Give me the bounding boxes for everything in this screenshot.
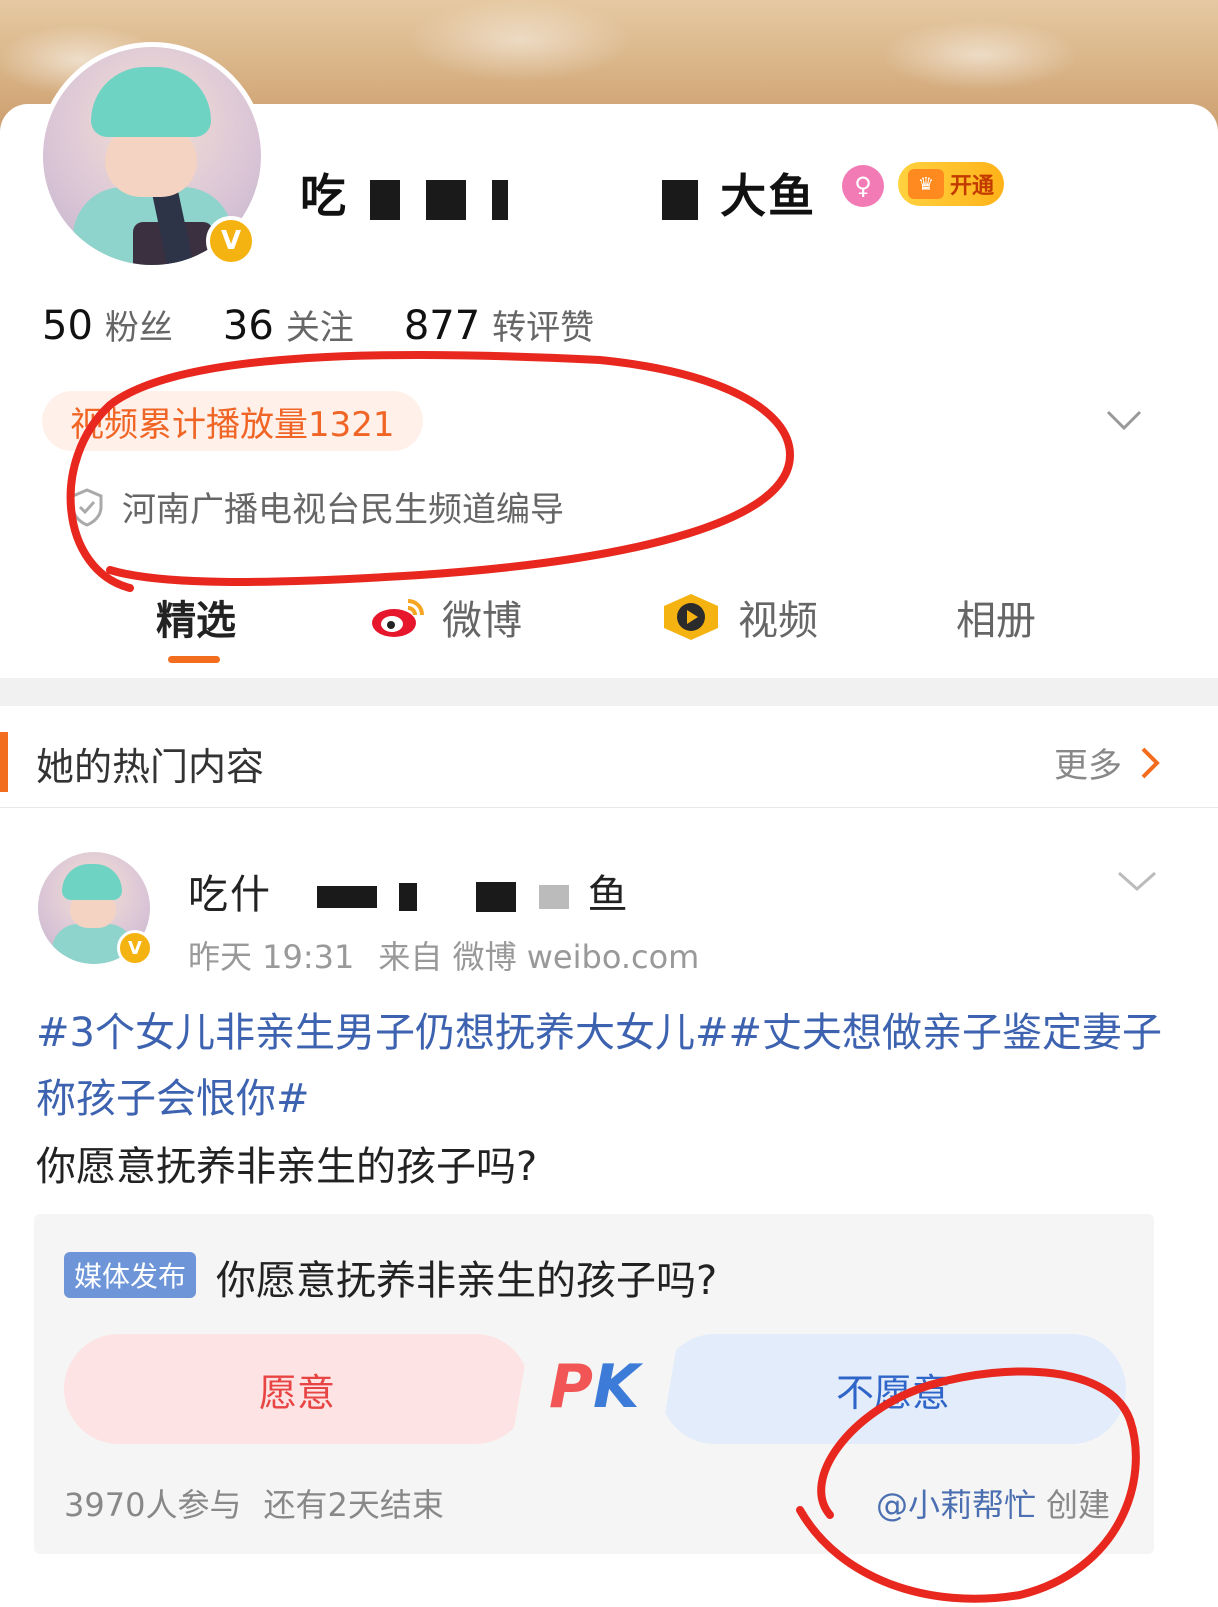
stat-label: 关注 xyxy=(285,308,354,348)
stat-followers[interactable]: 50 粉丝 xyxy=(42,300,173,349)
vote-remaining: 还有2天结束 xyxy=(263,1486,444,1524)
video-play-icon xyxy=(664,594,718,640)
tab-video[interactable]: 视频 xyxy=(660,588,818,646)
vote-creator-link[interactable]: @小莉帮忙 xyxy=(876,1480,1036,1526)
vote-stats: 3970人参与 还有2天结束 xyxy=(64,1480,444,1526)
post-meta: 昨天 19:31 来自 微博 weibo.com xyxy=(188,932,699,978)
redaction-mask xyxy=(399,883,418,911)
pk-p-letter: P xyxy=(549,1352,593,1422)
stat-interactions[interactable]: 877 转评赞 xyxy=(404,300,594,349)
certification-text: 河南广播电视台民生频道编导 xyxy=(122,490,564,530)
hot-content-header: 她的热门内容 更多 xyxy=(0,706,1218,808)
vip-open-button[interactable]: ♛ 开通 xyxy=(898,162,1004,206)
tab-weibo[interactable]: 微博 xyxy=(370,588,522,646)
vote-participants: 3970人参与 xyxy=(64,1486,242,1524)
section-accent-bar xyxy=(0,732,8,792)
stat-value: 877 xyxy=(403,303,481,349)
pk-label: PK xyxy=(549,1352,639,1422)
stat-value: 50 xyxy=(42,303,93,349)
tab-label: 视频 xyxy=(738,598,818,644)
avatar-figure-hat xyxy=(62,864,122,900)
media-publish-tag: 媒体发布 xyxy=(64,1252,197,1298)
tab-album[interactable]: 相册 xyxy=(956,588,1036,646)
profile-name-prefix: 吃 xyxy=(300,169,348,223)
post-author-name[interactable]: 吃什 鱼 xyxy=(188,862,630,920)
vote-question: 你愿意抚养非亲生的孩子吗? xyxy=(216,1258,718,1304)
vote-no-button[interactable]: 不愿意 xyxy=(660,1334,1126,1444)
profile-tabs: 精选 微博 视频 相册 xyxy=(0,580,1218,676)
certification-row: 河南广播电视台民生频道编导 xyxy=(70,482,564,531)
post-author-suffix: 鱼 xyxy=(587,872,630,918)
section-divider xyxy=(0,678,1218,706)
redaction-mask xyxy=(370,179,401,220)
profile-stats: 50 粉丝 36 关注 877 转评赞 xyxy=(42,300,594,349)
vote-card: 媒体发布 你愿意抚养非亲生的孩子吗? 愿意 PK 不愿意 3970人参与 还有2… xyxy=(34,1214,1154,1554)
post-topics[interactable]: #3个女儿非亲生男子仍想抚养大女儿##丈夫想做亲子鉴定妻子称孩子会恨你# xyxy=(36,1000,1176,1132)
redaction-mask xyxy=(662,179,699,220)
female-icon: ♀ xyxy=(842,165,884,207)
verified-badge-icon: V xyxy=(206,216,256,266)
profile-name: 吃 大鱼 xyxy=(300,160,816,226)
redaction-mask xyxy=(492,179,509,220)
tab-label: 微博 xyxy=(442,598,522,644)
tab-label: 相册 xyxy=(956,598,1036,644)
stat-label: 粉丝 xyxy=(104,308,173,348)
active-tab-indicator xyxy=(168,656,220,663)
stat-value: 36 xyxy=(222,303,274,349)
verified-badge-icon: V xyxy=(117,930,153,966)
post-time: 昨天 19:31 xyxy=(188,938,355,976)
shield-check-icon xyxy=(71,487,103,527)
redaction-mask xyxy=(538,885,569,909)
hot-content-title: 她的热门内容 xyxy=(36,745,265,789)
chevron-down-icon[interactable] xyxy=(1104,404,1144,434)
weibo-icon xyxy=(372,599,424,637)
redaction-mask xyxy=(426,179,467,220)
chevron-down-icon[interactable] xyxy=(1116,866,1158,896)
profile-name-suffix: 大鱼 xyxy=(720,169,817,223)
more-link[interactable]: 更多 xyxy=(1054,738,1160,787)
more-label: 更多 xyxy=(1054,746,1122,786)
crown-icon: ♛ xyxy=(908,169,944,199)
tab-label: 精选 xyxy=(156,598,236,644)
post-body: 你愿意抚养非亲生的孩子吗? xyxy=(36,1144,538,1190)
vote-creator-suffix: 创建 xyxy=(1046,1486,1111,1524)
redaction-mask xyxy=(476,882,517,912)
stat-following[interactable]: 36 关注 xyxy=(223,300,354,349)
chevron-right-icon xyxy=(1141,747,1160,778)
vote-creator: @小莉帮忙 创建 xyxy=(876,1480,1110,1526)
post-source[interactable]: 来自 微博 weibo.com xyxy=(378,932,699,978)
post-author-prefix: 吃什 xyxy=(188,872,272,918)
stat-label: 转评赞 xyxy=(492,308,595,348)
avatar-figure-hat xyxy=(91,67,211,137)
vip-open-label: 开通 xyxy=(950,174,995,199)
tab-featured[interactable]: 精选 xyxy=(156,588,236,646)
pk-k-letter: K xyxy=(592,1352,640,1422)
video-play-count-tag: 视频累计播放量1321 xyxy=(42,391,423,451)
vote-yes-button[interactable]: 愿意 xyxy=(64,1334,530,1444)
redaction-mask xyxy=(316,886,377,908)
